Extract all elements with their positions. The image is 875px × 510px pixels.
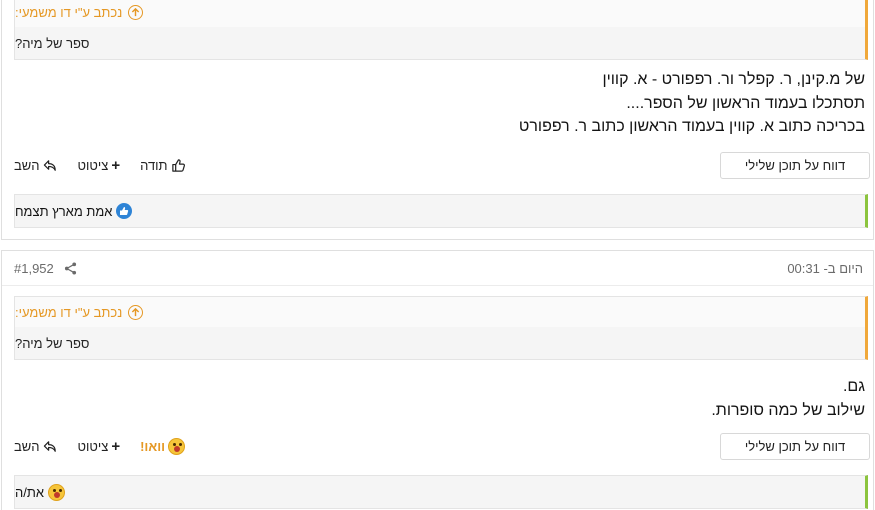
wow-reaction-button[interactable]: וואו!	[140, 438, 186, 455]
quote-author: נכתב ע"י דו משמעי:	[15, 304, 123, 320]
quote-block: נכתב ע"י דו משמעי: ספר של מיה?	[14, 296, 868, 360]
reply-icon	[43, 441, 56, 452]
report-button[interactable]: דווח על תוכן שלילי	[720, 152, 870, 179]
report-button[interactable]: דווח על תוכן שלילי	[720, 433, 870, 460]
reactions-bar[interactable]: אמת מארץ תצמח	[14, 194, 868, 228]
plus-icon: +	[111, 157, 121, 174]
post-1: נכתב ע"י דו משמעי: ספר של מיה? של מ.קינן…	[1, 0, 874, 240]
reply-label: השב	[14, 158, 40, 173]
quote-arrow-icon[interactable]	[128, 4, 144, 20]
reactions-users[interactable]: את/ה	[15, 485, 44, 500]
quote-arrow-icon[interactable]	[128, 304, 144, 320]
reply-button[interactable]: השב	[14, 439, 58, 454]
share-icon[interactable]	[64, 261, 77, 275]
post-meta-left: #1,952	[14, 261, 77, 276]
quote-label: ציטוט	[77, 158, 109, 173]
post-line: תסתכלו בעמוד הראשון של הספר....	[626, 94, 865, 112]
reply-label: השב	[14, 439, 40, 454]
post-line: שילוב של כמה סופרות.	[711, 401, 865, 419]
quote-block: נכתב ע"י דו משמעי: ספר של מיה?	[14, 0, 868, 60]
wow-label: וואו!	[140, 439, 166, 454]
reactions-users[interactable]: אמת מארץ תצמח	[15, 204, 112, 219]
post-meta: #1,952 היום ב- 00:31	[2, 251, 873, 286]
post-line: גם.	[842, 378, 865, 395]
reply-button[interactable]: השב	[14, 158, 58, 173]
post-number[interactable]: #1,952	[14, 261, 54, 276]
quote-button[interactable]: + ציטוט	[78, 438, 121, 455]
post-actions: השב + ציטוט וואו!	[14, 438, 205, 455]
wow-emoji-icon	[168, 438, 186, 455]
post-time[interactable]: היום ב- 00:31	[787, 261, 863, 276]
thumbs-up-icon	[171, 159, 185, 172]
post-body: של מ.קינן, ר. קפלר ור. רפפורט - א. קווין…	[5, 68, 865, 139]
post-actions: השב + ציטוט תודה	[14, 157, 206, 174]
post-body: גם. שילוב של כמה סופרות.	[5, 375, 865, 422]
quote-header[interactable]: נכתב ע"י דו משמעי:	[15, 0, 865, 27]
post-line: של מ.קינן, ר. קפלר ור. רפפורט - א. קווין	[602, 71, 865, 88]
like-button[interactable]: תודה	[140, 158, 185, 173]
reply-icon	[43, 160, 56, 171]
quote-button[interactable]: + ציטוט	[78, 157, 121, 174]
reactions-bar[interactable]: את/ה	[14, 475, 868, 509]
quote-header[interactable]: נכתב ע"י דו משמעי:	[15, 297, 865, 327]
quote-label: ציטוט	[77, 439, 109, 454]
post-2: #1,952 היום ב- 00:31 נכתב ע"י דו משמעי: …	[1, 250, 874, 510]
like-badge-icon	[116, 203, 133, 219]
quote-text: ספר של מיה?	[15, 35, 90, 51]
plus-icon: +	[111, 438, 121, 455]
wow-emoji-icon	[48, 483, 65, 501]
quote-text: ספר של מיה?	[15, 335, 90, 351]
post-line: בכריכה כתוב א. קווין בעמוד הראשון כתוב ר…	[518, 118, 865, 135]
quote-author: נכתב ע"י דו משמעי:	[15, 4, 123, 20]
like-label: תודה	[140, 158, 168, 173]
